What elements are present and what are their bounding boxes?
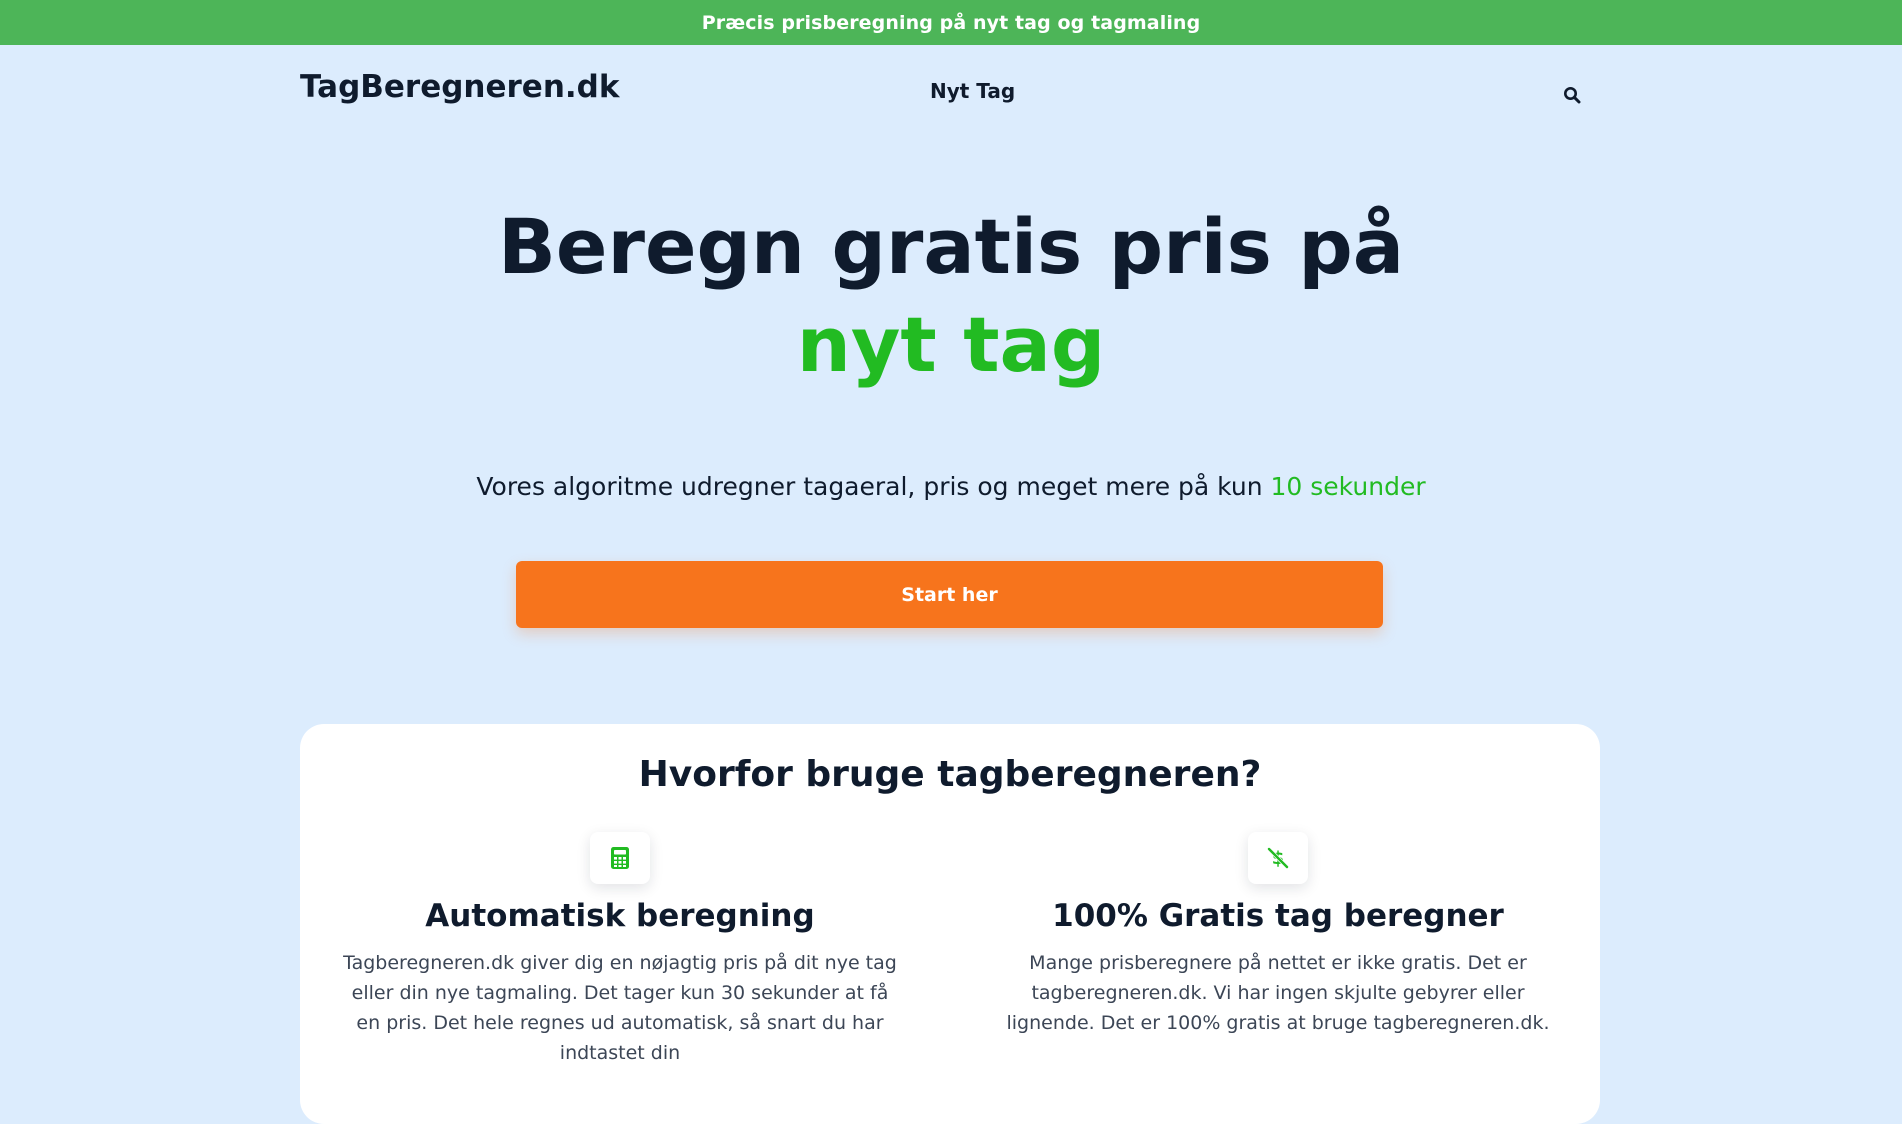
feature-icon-box: $ bbox=[1248, 832, 1308, 884]
start-button[interactable]: Start her bbox=[516, 561, 1383, 628]
hero-title-line1: Beregn gratis pris på bbox=[497, 202, 1405, 291]
calculator-icon bbox=[611, 847, 629, 869]
feature-text: Mange prisberegnere på nettet er ikke gr… bbox=[1006, 952, 1550, 1034]
feature-free: $ 100% Gratis tag beregner Mange prisber… bbox=[988, 832, 1568, 1038]
hero-title-accent: nyt tag bbox=[796, 300, 1106, 389]
feature-icon-box bbox=[590, 832, 650, 884]
search-button[interactable] bbox=[1558, 81, 1586, 109]
feature-title: 100% Gratis tag beregner bbox=[1052, 898, 1504, 934]
why-card: Hvorfor bruge tagberegneren? Automatisk … bbox=[300, 724, 1600, 1124]
hero-subtitle-text: Vores algoritme udregner tagaeral, pris … bbox=[476, 472, 1271, 501]
feature-text: Tagberegneren.dk giver dig en nøjagtig p… bbox=[343, 952, 897, 1064]
nav-link-nyt-tag[interactable]: Nyt Tag bbox=[930, 79, 1015, 103]
feature-automatic: Automatisk beregning Tagberegneren.dk gi… bbox=[330, 832, 910, 1068]
hero-subtitle: Vores algoritme udregner tagaeral, pris … bbox=[0, 472, 1902, 501]
announcement-bar: Præcis prisberegning på nyt tag og tagma… bbox=[0, 0, 1902, 45]
why-title: Hvorfor bruge tagberegneren? bbox=[638, 754, 1262, 795]
no-money-icon: $ bbox=[1267, 847, 1289, 869]
feature-title: Automatisk beregning bbox=[425, 898, 815, 934]
search-icon bbox=[1564, 87, 1581, 104]
site-header: TagBeregneren.dk Nyt Tag bbox=[300, 45, 1602, 135]
hero-title: Beregn gratis pris på nyt tag bbox=[0, 198, 1902, 394]
hero-subtitle-highlight: 10 sekunder bbox=[1270, 472, 1426, 501]
announcement-text: Præcis prisberegning på nyt tag og tagma… bbox=[701, 11, 1201, 34]
site-logo[interactable]: TagBeregneren.dk bbox=[300, 69, 619, 105]
